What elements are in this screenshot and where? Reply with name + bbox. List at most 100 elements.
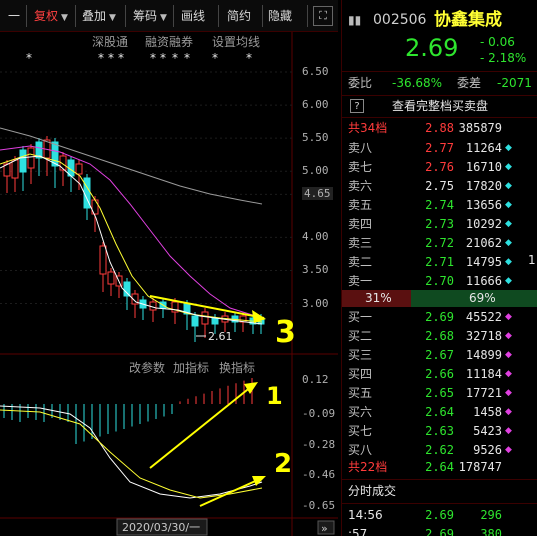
diamond-icon: ◆ bbox=[505, 407, 512, 417]
sell-price: 2.75 bbox=[425, 179, 454, 193]
diamond-icon: ◆ bbox=[505, 219, 512, 229]
toolbar-divider bbox=[173, 5, 174, 27]
weicha-label: 委差 bbox=[457, 76, 482, 90]
expand-icon[interactable]: ⛶ bbox=[313, 6, 333, 26]
sell-volume: 10292 bbox=[465, 217, 502, 231]
sell-level-label: 卖八 bbox=[348, 141, 373, 155]
star-icon: * bbox=[150, 51, 156, 65]
buy-level-label: 买一 bbox=[348, 310, 373, 324]
price-tick-label: 5.50 bbox=[302, 131, 329, 145]
buy-row[interactable]: 买三 2.67 14899 ◆ bbox=[342, 346, 537, 365]
price-tick-label: 5.00 bbox=[302, 164, 329, 178]
ratio-left: 31% bbox=[365, 291, 392, 305]
star-icon: * bbox=[108, 51, 114, 65]
kline-chart[interactable]: * * * * * * * * * * 3 1 2 2.61 2020/03/30/一 » bbox=[0, 32, 338, 536]
buy-row[interactable]: 买六 2.64 1458 ◆ bbox=[342, 403, 537, 422]
buy-level-label: 买五 bbox=[348, 386, 373, 400]
candle-body bbox=[75, 163, 83, 175]
hide-button[interactable]: 隐藏 bbox=[268, 6, 292, 26]
price-tick-label: 6.50 bbox=[302, 65, 329, 78]
adjust-label: 复权 bbox=[34, 9, 59, 23]
candle-body bbox=[191, 315, 199, 327]
margin-trading-link[interactable]: 融资融券 bbox=[145, 33, 193, 50]
sell-row[interactable]: 卖一 2.70 11666 ◆ bbox=[342, 272, 537, 291]
diamond-icon: ◆ bbox=[505, 143, 512, 153]
price-tick-label: 3.50 bbox=[302, 263, 329, 277]
ratio-bar-left: 31% bbox=[342, 290, 411, 307]
diamond-icon: ◆ bbox=[505, 312, 512, 322]
sell-row[interactable]: 卖六 2.75 17820 ◆ bbox=[342, 177, 537, 196]
divider bbox=[342, 95, 537, 96]
chips-label: 筹码 bbox=[133, 9, 158, 23]
full-book-button[interactable]: ? 查看完整档买卖盘 bbox=[342, 97, 537, 116]
divider bbox=[342, 479, 537, 480]
ratio-right: 69% bbox=[469, 291, 496, 305]
price-tick-label: 4.00 bbox=[302, 230, 329, 244]
sell-row[interactable]: 卖四 2.73 10292 ◆ bbox=[342, 215, 537, 234]
sell-volume: 17820 bbox=[465, 179, 502, 193]
hk-connect-link[interactable]: 深股通 bbox=[92, 33, 128, 50]
star-icon: * bbox=[98, 51, 104, 65]
sell-price: 2.73 bbox=[425, 217, 454, 231]
timeshare-title: 分时成交 bbox=[348, 484, 397, 498]
star-icon: * bbox=[212, 51, 218, 65]
switch-indicator-button[interactable]: 换指标 bbox=[219, 359, 255, 376]
period-button[interactable]: 一 bbox=[8, 6, 20, 26]
buy-row[interactable]: 买七 2.63 5423 ◆ bbox=[342, 422, 537, 441]
buy-row[interactable]: 买四 2.66 11184 ◆ bbox=[342, 365, 537, 384]
sell-level-label: 卖七 bbox=[348, 160, 373, 174]
simple-button[interactable]: 简约 bbox=[227, 6, 251, 26]
macd-tick-label: -0.46 bbox=[302, 467, 336, 481]
star-icon: * bbox=[26, 51, 32, 65]
sell-row[interactable]: 卖三 2.72 21062 ◆ bbox=[342, 234, 537, 253]
total-buy-vol: 178747 bbox=[458, 460, 502, 474]
buy-row[interactable]: 买二 2.68 32718 ◆ bbox=[342, 327, 537, 346]
diamond-icon: ◆ bbox=[505, 331, 512, 341]
total-sell-price: 2.88 bbox=[425, 121, 454, 135]
add-indicator-button[interactable]: 加指标 bbox=[173, 359, 209, 376]
buy-row[interactable]: 买一 2.69 45522 ◆ bbox=[342, 308, 537, 327]
adjust-button[interactable]: 复权 ▼ bbox=[34, 6, 68, 26]
sell-level-label: 卖三 bbox=[348, 236, 373, 250]
toolbar-divider bbox=[218, 5, 219, 27]
sell-row[interactable]: 卖八 2.77 11264 ◆ bbox=[342, 139, 537, 158]
tick-time: :57 bbox=[348, 527, 368, 536]
buy-row[interactable]: 买五 2.65 17721 ◆ bbox=[342, 384, 537, 403]
sell-level-label: 卖二 bbox=[348, 255, 373, 269]
buy-volume: 45522 bbox=[465, 310, 502, 324]
sell-row[interactable]: 卖七 2.76 16710 ◆ bbox=[342, 158, 537, 177]
sell-volume: 14795 bbox=[465, 255, 502, 269]
chevron-down-icon: ▼ bbox=[109, 13, 116, 23]
buy-volume: 17721 bbox=[465, 386, 502, 400]
edit-params-button[interactable]: 改参数 bbox=[129, 359, 165, 376]
buy-price: 2.64 bbox=[425, 405, 454, 419]
buy-level-label: 买七 bbox=[348, 424, 373, 438]
overlay-label: 叠加 bbox=[82, 9, 107, 23]
annotation-label: 1 bbox=[266, 382, 283, 410]
sell-price: 2.74 bbox=[425, 198, 454, 212]
scroll-right-icon: » bbox=[321, 522, 328, 535]
toolbar-divider bbox=[262, 5, 263, 27]
settings-icon[interactable]: ▮▮ bbox=[348, 8, 361, 32]
tick-volume: 296 bbox=[480, 508, 502, 522]
star-icon: * bbox=[118, 51, 124, 65]
diamond-icon: ◆ bbox=[505, 369, 512, 379]
diamond-icon: ◆ bbox=[505, 426, 512, 436]
sell-level-label: 卖四 bbox=[348, 217, 373, 231]
star-icon: * bbox=[246, 51, 252, 65]
sell-volume: 21062 bbox=[465, 236, 502, 250]
timeshare-tab[interactable]: 分时成交 bbox=[342, 482, 537, 501]
overlay-button[interactable]: 叠加 ▼ bbox=[82, 6, 116, 26]
divider bbox=[342, 503, 537, 504]
diamond-icon: ◆ bbox=[505, 350, 512, 360]
price-tick-label: 4.65 bbox=[302, 187, 333, 201]
draw-line-button[interactable]: 画线 bbox=[181, 6, 205, 26]
sell-row[interactable]: 卖二 2.71 14795 ◆ bbox=[342, 253, 537, 272]
chips-button[interactable]: 筹码 ▼ bbox=[133, 6, 167, 26]
tick-price: 2.69 bbox=[425, 508, 454, 522]
ma-settings-link[interactable]: 设置均线 bbox=[212, 33, 260, 50]
price-change-pct: - 2.18% bbox=[480, 51, 527, 65]
sell-price: 2.72 bbox=[425, 236, 454, 250]
sell-extra: 1 bbox=[528, 253, 536, 267]
sell-row[interactable]: 卖五 2.74 13656 ◆ bbox=[342, 196, 537, 215]
